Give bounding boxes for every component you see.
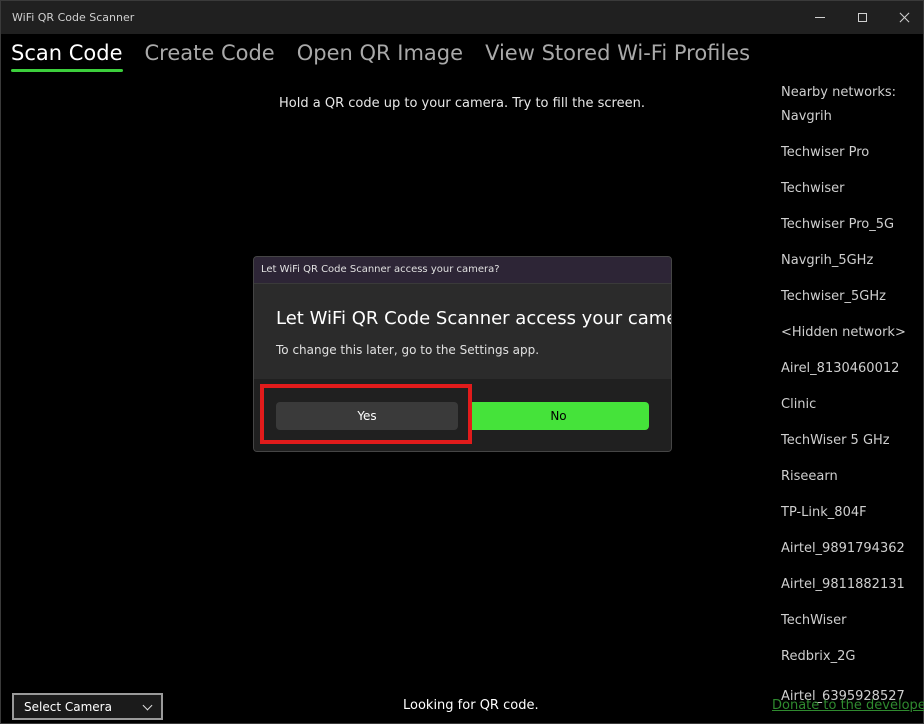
nearby-networks-list: Nearby networks: Navgrih Techwiser Pro T… — [781, 85, 921, 685]
network-item: Airtel_9891794362 — [781, 541, 905, 556]
dialog-body: To change this later, go to the Settings… — [276, 343, 540, 357]
network-item: Clinic — [781, 397, 817, 412]
network-item: TechWiser — [781, 613, 847, 628]
minimize-icon — [815, 17, 825, 18]
tab-view-stored-profiles[interactable]: View Stored Wi-Fi Profiles — [485, 41, 750, 72]
donate-link[interactable]: Donate to the developer — [772, 698, 924, 713]
network-item: TechWiser 5 GHz — [781, 433, 890, 448]
tab-open-qr-image[interactable]: Open QR Image — [297, 41, 463, 72]
network-item: Techwiser_5GHz — [781, 289, 886, 304]
network-item: Redbrix_2G — [781, 649, 856, 664]
network-item: TP-Link_804F — [781, 505, 867, 520]
tab-create-code[interactable]: Create Code — [145, 41, 275, 72]
highlight-box — [260, 384, 472, 444]
minimize-button[interactable] — [797, 1, 843, 34]
nearby-networks-header: Nearby networks: — [781, 85, 897, 100]
network-item: Navgrih — [781, 109, 832, 124]
tab-bar: Scan Code Create Code Open QR Image View… — [11, 41, 750, 72]
camera-select[interactable]: Select Camera — [12, 693, 163, 720]
close-button[interactable] — [881, 1, 924, 34]
network-item: <Hidden network> — [781, 325, 906, 340]
dialog-heading: Let WiFi QR Code Scanner access your cam… — [276, 308, 672, 329]
maximize-icon — [857, 13, 867, 22]
dialog-title-bar: Let WiFi QR Code Scanner access your cam… — [254, 257, 671, 284]
close-icon — [899, 12, 910, 23]
network-item: Riseearn — [781, 469, 838, 484]
window-title: WiFi QR Code Scanner — [12, 11, 135, 24]
network-item: Techwiser Pro — [781, 145, 870, 160]
network-item: Airtel_9811882131 — [781, 577, 905, 592]
no-button[interactable]: No — [468, 402, 649, 430]
network-item: Airel_8130460012 — [781, 361, 900, 376]
network-item: Navgrih_5GHz — [781, 253, 874, 268]
camera-select-label: Select Camera — [24, 699, 112, 714]
maximize-button[interactable] — [839, 1, 885, 34]
dialog-title: Let WiFi QR Code Scanner access your cam… — [261, 264, 500, 275]
title-bar: WiFi QR Code Scanner — [1, 1, 923, 34]
network-item: Techwiser — [781, 181, 845, 196]
network-item: Techwiser Pro_5G — [781, 217, 895, 232]
tab-scan-code[interactable]: Scan Code — [11, 41, 123, 72]
app-window: WiFi QR Code Scanner Scan Code Create Co… — [0, 0, 924, 724]
scan-status: Looking for QR code. — [403, 698, 539, 713]
chevron-down-icon — [142, 700, 153, 711]
scan-instruction: Hold a QR code up to your camera. Try to… — [279, 96, 645, 111]
